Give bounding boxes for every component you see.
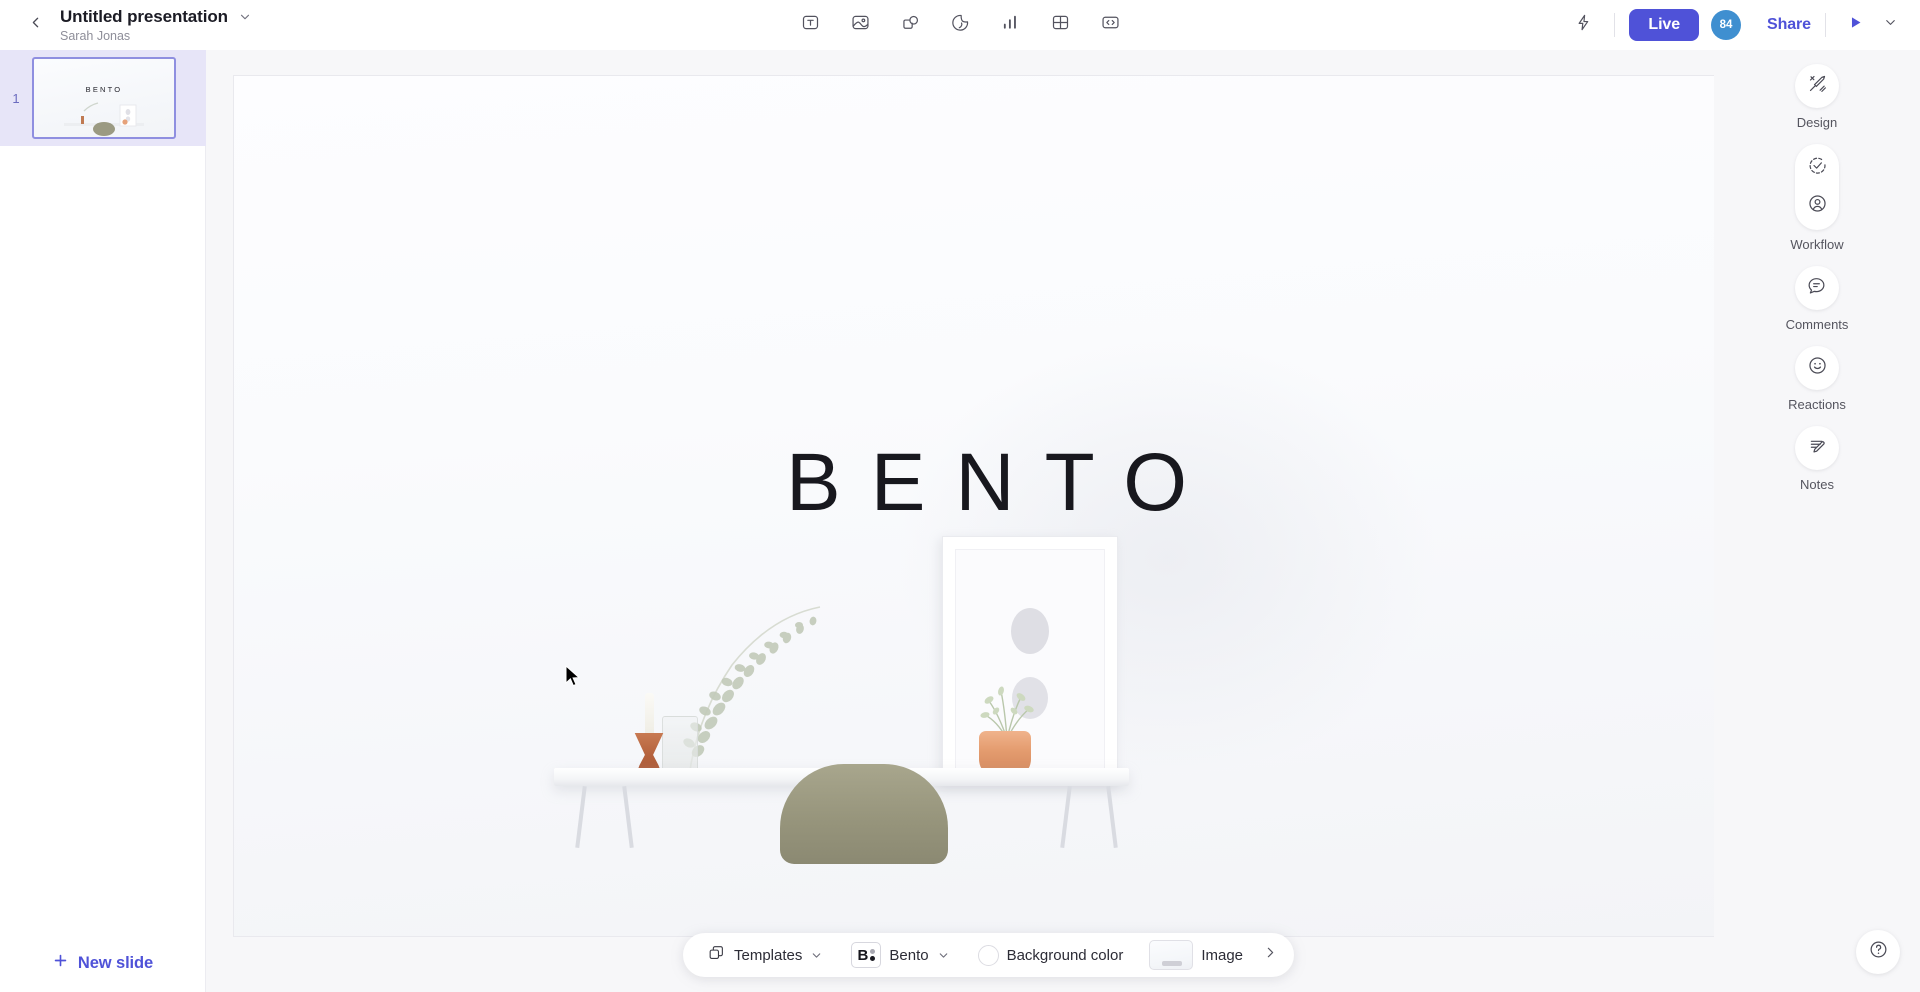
theme-label: Bento (889, 946, 929, 964)
canvas-area: BENTO (206, 50, 1740, 992)
notes-pencil-icon (1807, 435, 1828, 461)
live-button[interactable]: Live (1629, 9, 1700, 41)
templates-label: Templates (734, 946, 803, 964)
text-box-icon (800, 12, 821, 38)
check-circle-icon (1807, 155, 1828, 181)
sticker-icon (950, 12, 971, 38)
insert-tools (795, 0, 1125, 50)
layers-icon (707, 943, 726, 967)
shape-icon (900, 12, 921, 38)
theme-badge-dots (870, 949, 876, 961)
slide-background-image: BENTO (234, 76, 1739, 936)
sidebar-label-notes: Notes (1800, 477, 1834, 492)
lightning-bolt-icon (1574, 13, 1593, 37)
slides-panel: 1 BENTO New slide (0, 50, 206, 992)
document-author: Sarah Jonas (60, 29, 131, 43)
background-color-label: Background color (1006, 946, 1124, 964)
chevron-down-icon (810, 949, 823, 962)
more-options-button[interactable] (1255, 940, 1285, 970)
sticker-tool-button[interactable] (945, 10, 975, 40)
background-image-thumbnail (1149, 940, 1194, 970)
design-tools-icon (1807, 73, 1828, 99)
sidebar-label-workflow: Workflow (1790, 237, 1844, 252)
templates-button[interactable]: Templates (699, 938, 831, 972)
quick-actions-button[interactable] (1566, 8, 1600, 42)
sidebar-item-notes[interactable]: Notes (1795, 426, 1839, 492)
chevron-down-icon (937, 949, 950, 962)
right-sidebar: Design Workflow Comments Reactions Notes (1714, 50, 1920, 992)
present-button[interactable] (1840, 10, 1870, 40)
top-toolbar: Untitled presentation Sarah Jonas Live 8… (0, 0, 1920, 50)
bar-chart-icon (1000, 12, 1021, 38)
shape-tool-button[interactable] (895, 10, 925, 40)
background-image-button[interactable]: Image (1141, 935, 1251, 975)
share-button[interactable]: Share (1767, 16, 1811, 34)
chevron-down-icon[interactable] (238, 10, 252, 24)
chevron-down-icon (1883, 15, 1898, 35)
document-title[interactable]: Untitled presentation (60, 7, 228, 27)
background-color-swatch (977, 944, 999, 966)
background-color-button[interactable]: Background color (970, 940, 1132, 971)
plus-icon (52, 952, 69, 974)
question-mark-circle-icon (1868, 939, 1889, 965)
candle-art (645, 693, 654, 735)
slide-style-toolbar: Templates B Bento Background color Image (683, 933, 1295, 977)
image-icon (850, 12, 871, 38)
slide-thumbnail-item[interactable]: 1 BENTO (0, 50, 206, 146)
avatar[interactable]: 84 (1711, 10, 1742, 40)
new-slide-label: New slide (77, 953, 154, 972)
divider (1825, 13, 1826, 37)
slide-canvas[interactable]: BENTO (233, 75, 1740, 937)
table-grid-icon (1050, 12, 1071, 38)
slide-number: 1 (12, 90, 20, 106)
background-image-label: Image (1201, 946, 1244, 964)
chart-tool-button[interactable] (995, 10, 1025, 40)
text-tool-button[interactable] (795, 10, 825, 40)
image-tool-button[interactable] (845, 10, 875, 40)
sidebar-label-design: Design (1796, 115, 1838, 130)
play-triangle-icon (1847, 14, 1864, 36)
comment-bubble-icon (1806, 275, 1827, 301)
person-circle-icon (1807, 193, 1828, 219)
theme-button[interactable]: B Bento (843, 937, 957, 973)
smiley-face-icon (1807, 355, 1828, 381)
divider (1614, 13, 1616, 37)
sidebar-item-reactions[interactable]: Reactions (1788, 346, 1846, 412)
back-button[interactable] (18, 8, 52, 42)
sidebar-label-comments: Comments (1785, 317, 1849, 332)
sidebar-label-reactions: Reactions (1788, 397, 1846, 412)
approval-status-button[interactable] (1807, 155, 1828, 181)
help-button[interactable] (1856, 930, 1900, 974)
code-embed-icon (1100, 12, 1121, 38)
chevron-left-icon (27, 14, 44, 36)
document-title-block: Untitled presentation Sarah Jonas (60, 7, 252, 43)
new-slide-button[interactable]: New slide (0, 934, 205, 992)
sidebar-item-design[interactable]: Design (1795, 64, 1839, 130)
embed-tool-button[interactable] (1095, 10, 1125, 40)
top-right-actions: Live 84 Share (1566, 0, 1904, 50)
slide-thumbnail-preview: BENTO (32, 57, 176, 139)
chair-art (780, 764, 948, 864)
sidebar-item-comments[interactable]: Comments (1785, 266, 1849, 332)
theme-badge-letter: B (857, 946, 869, 964)
assignee-button[interactable] (1807, 193, 1828, 219)
present-options-button[interactable] (1876, 11, 1904, 39)
slide-title-text[interactable]: BENTO (234, 442, 1739, 524)
sidebar-item-workflow[interactable]: Workflow (1790, 144, 1844, 252)
chevron-right-icon (1262, 944, 1279, 966)
table-tool-button[interactable] (1045, 10, 1075, 40)
theme-badge: B (851, 942, 882, 968)
